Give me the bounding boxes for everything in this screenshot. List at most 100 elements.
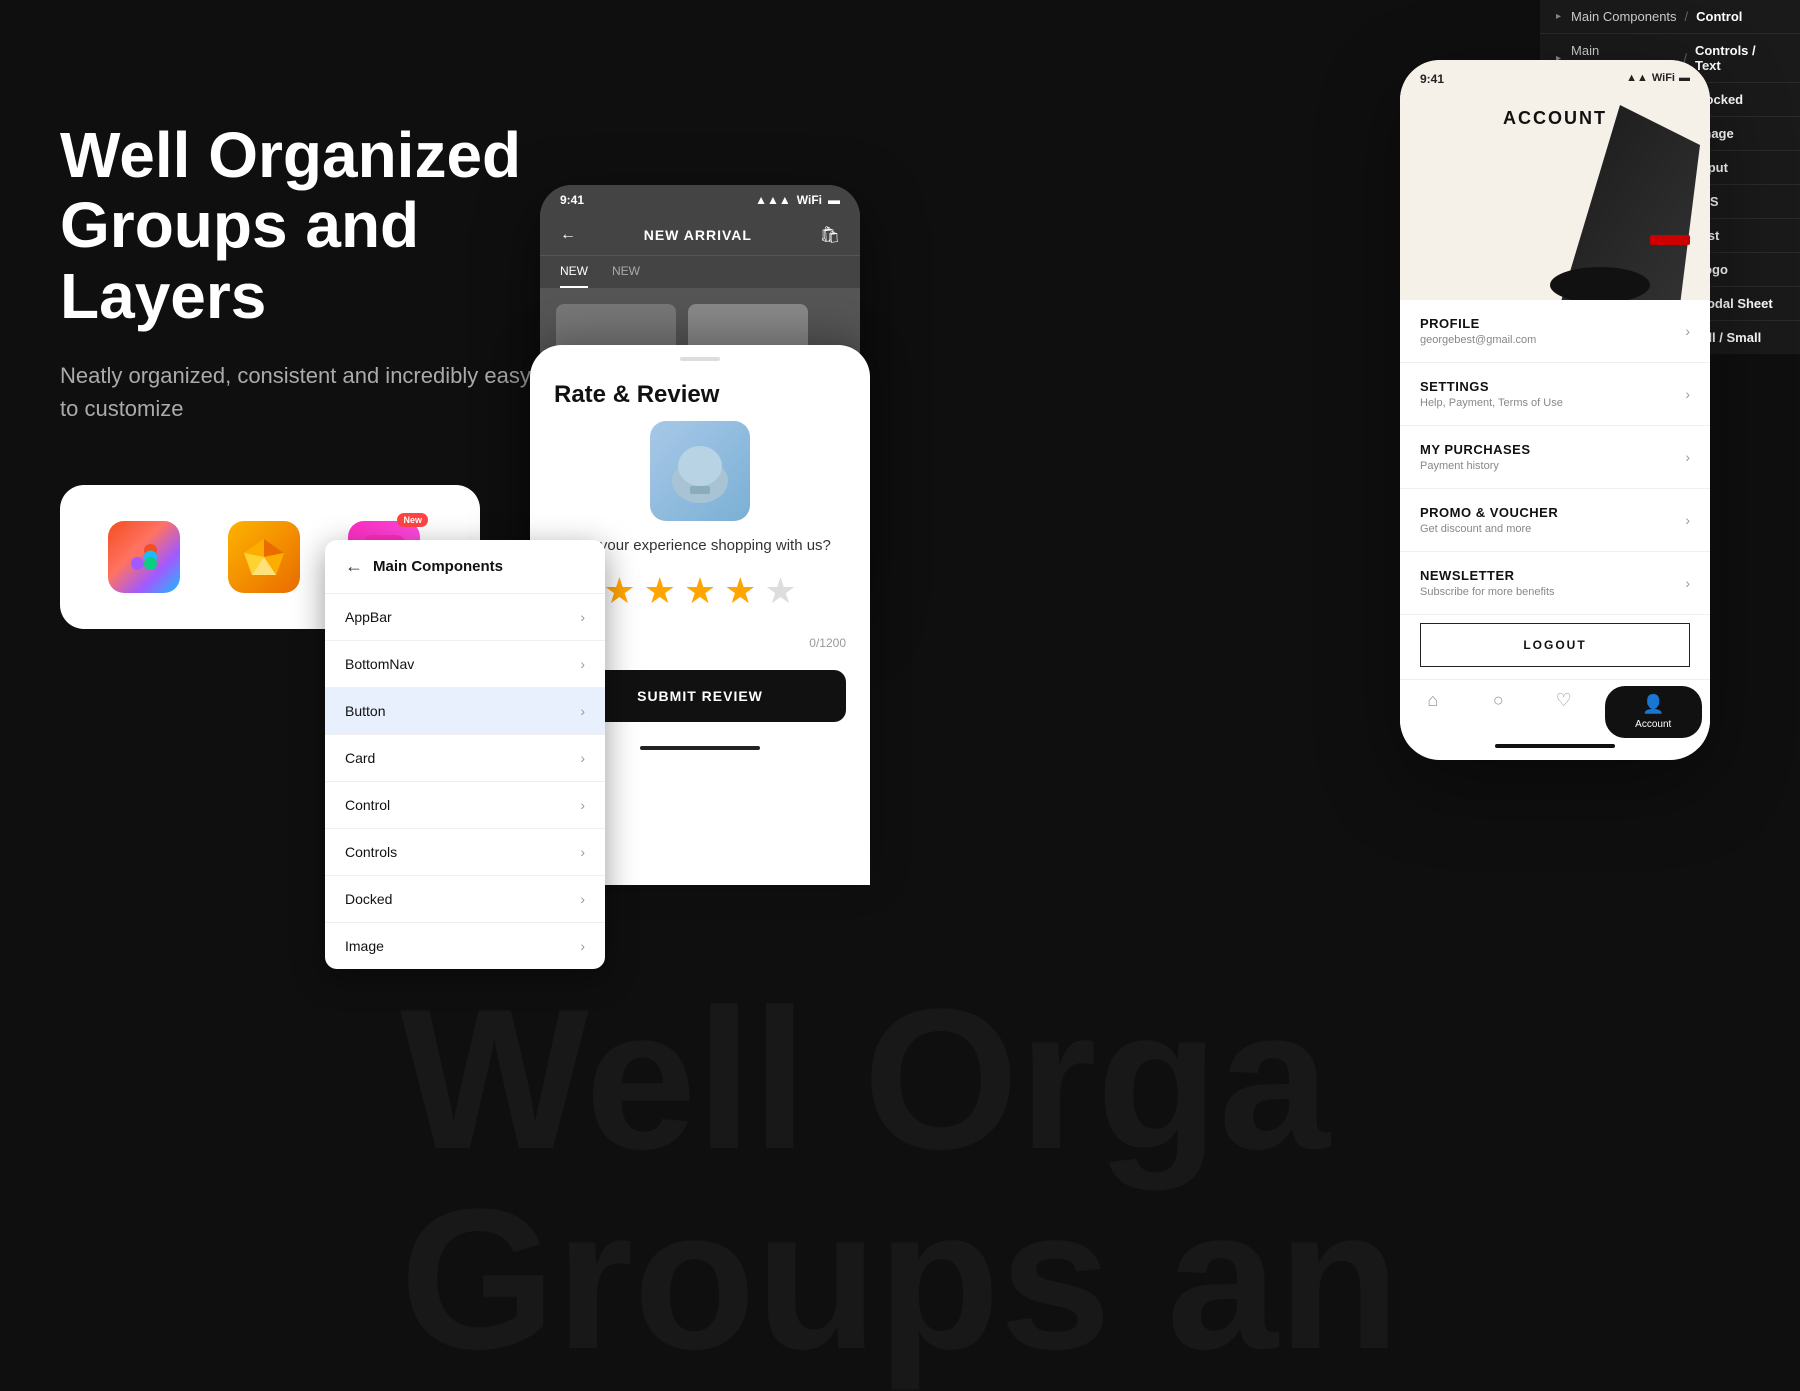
comp-item-bottomnav[interactable]: BottomNav › <box>325 641 605 688</box>
account-status-icons: ▲▲ WiFi ▬ <box>1626 72 1690 86</box>
nav-home[interactable]: ⌂ <box>1400 690 1466 734</box>
star-4[interactable]: ★ <box>724 570 756 612</box>
chevron-right-icon: › <box>580 609 585 625</box>
comp-item-label: Controls <box>345 844 397 860</box>
chevron-right-icon: › <box>580 938 585 954</box>
comp-item-card[interactable]: Card › <box>325 735 605 782</box>
nav-wishlist[interactable]: ♡ <box>1531 690 1597 734</box>
chevron-right-icon: › <box>580 797 585 813</box>
comp-item-control[interactable]: Control › <box>325 782 605 829</box>
account-hero-image: 9:41 ▲▲ WiFi ▬ ACCOUNT <box>1400 60 1710 300</box>
modal-title: Rate & Review <box>530 361 870 421</box>
subtitle: Neatly organized, consistent and incredi… <box>60 359 540 425</box>
purchases-title: MY PURCHASES <box>1420 442 1531 457</box>
comp-header[interactable]: ← Main Components <box>325 540 605 594</box>
settings-sub: Help, Payment, Terms of Use <box>1420 397 1563 409</box>
nav-title: NEW ARRIVAL <box>644 227 752 243</box>
back-arrow-icon: ← <box>560 226 576 244</box>
comp-item-controls[interactable]: Controls › <box>325 829 605 876</box>
chevron-right-icon: › <box>1685 386 1690 402</box>
signal-icon: ▲▲ <box>1626 72 1648 86</box>
figma-icon <box>108 521 180 593</box>
home-indicator <box>1495 744 1615 748</box>
phone-nav-bar: ← NEW ARRIVAL 🛍 <box>540 215 860 256</box>
tab-new-1[interactable]: NEW <box>560 264 588 288</box>
newsletter-menu-item[interactable]: NEWSLETTER Subscribe for more benefits › <box>1400 552 1710 615</box>
nav-account[interactable]: 👤 Account <box>1605 686 1703 738</box>
tab-new-2[interactable]: NEW <box>612 264 640 288</box>
promo-title: PROMO & VOUCHER <box>1420 505 1558 520</box>
account-nav-label: Account <box>1635 719 1671 730</box>
newsletter-sub: Subscribe for more benefits <box>1420 586 1555 598</box>
main-headline: Well Organized Groups and Layers <box>60 120 540 331</box>
profile-menu-item[interactable]: PROFILE georgebest@gmail.com › <box>1400 300 1710 363</box>
heart-icon: ♡ <box>1556 690 1572 711</box>
product-image <box>650 421 750 521</box>
battery-icon: ▬ <box>828 193 840 207</box>
bottom-nav: ⌂ ○ ♡ 👤 Account <box>1400 679 1710 738</box>
xd-new-badge: New <box>397 513 428 527</box>
chevron-right-icon: › <box>580 844 585 860</box>
wifi-icon: WiFi <box>1652 72 1675 86</box>
newsletter-info: NEWSLETTER Subscribe for more benefits <box>1420 568 1555 598</box>
account-menu: PROFILE georgebest@gmail.com › SETTINGS … <box>1400 300 1710 748</box>
back-arrow-icon[interactable]: ← <box>345 556 363 577</box>
star-5[interactable]: ★ <box>764 570 796 612</box>
comp-item-label: BottomNav <box>345 656 414 672</box>
battery-icon: ▬ <box>1679 72 1690 86</box>
profile-email: georgebest@gmail.com <box>1420 334 1536 346</box>
promo-sub: Get discount and more <box>1420 523 1558 535</box>
chevron-right-icon: › <box>1685 512 1690 528</box>
comp-item-button[interactable]: Button › <box>325 688 605 735</box>
chevron-right-icon: › <box>580 703 585 719</box>
account-time: 9:41 <box>1420 72 1444 86</box>
comp-header-title: Main Components <box>373 558 503 575</box>
comp-item-label: Button <box>345 703 385 719</box>
settings-info: SETTINGS Help, Payment, Terms of Use <box>1420 379 1563 409</box>
purchases-menu-item[interactable]: MY PURCHASES Payment history › <box>1400 426 1710 489</box>
logout-button[interactable]: LOGOUT <box>1420 623 1690 667</box>
comp-item-label: Control <box>345 797 390 813</box>
signal-icon: ▲▲▲ <box>755 193 791 207</box>
comp-item-docked[interactable]: Docked › <box>325 876 605 923</box>
chevron-right-icon: › <box>1685 575 1690 591</box>
nav-search[interactable]: ○ <box>1466 690 1532 734</box>
status-icons: ▲▲▲ WiFi ▬ <box>755 193 840 207</box>
account-icon: 👤 <box>1642 694 1664 715</box>
comp-item-appbar[interactable]: AppBar › <box>325 594 605 641</box>
comp-item-label: AppBar <box>345 609 392 625</box>
layer-prefix: Main Components <box>1571 9 1677 24</box>
chevron-right-icon: › <box>1685 323 1690 339</box>
layer-item-control[interactable]: ▸ Main Components / Control <box>1540 0 1800 34</box>
purchases-info: MY PURCHASES Payment history <box>1420 442 1531 472</box>
purchases-sub: Payment history <box>1420 460 1531 472</box>
phone-time: 9:41 <box>560 193 584 207</box>
sketch-icon <box>228 521 300 593</box>
comp-item-label: Image <box>345 938 384 954</box>
account-phone: 9:41 ▲▲ WiFi ▬ ACCOUNT <box>1400 60 1710 760</box>
chevron-right-icon: › <box>580 891 585 907</box>
promo-info: PROMO & VOUCHER Get discount and more <box>1420 505 1558 535</box>
shoe-illustration <box>1520 85 1710 300</box>
star-1[interactable]: ★ <box>603 570 635 612</box>
chevron-right-icon: › <box>1685 449 1690 465</box>
bag-icon: 🛍 <box>820 225 840 245</box>
phone-status-bar: 9:41 ▲▲▲ WiFi ▬ <box>540 185 860 215</box>
home-indicator <box>640 746 760 750</box>
chevron-right-icon: › <box>580 750 585 766</box>
promo-menu-item[interactable]: PROMO & VOUCHER Get discount and more › <box>1400 489 1710 552</box>
comp-item-label: Docked <box>345 891 392 907</box>
profile-title: PROFILE <box>1420 316 1536 331</box>
comp-item-label: Card <box>345 750 375 766</box>
star-2[interactable]: ★ <box>644 570 676 612</box>
comp-item-image[interactable]: Image › <box>325 923 605 969</box>
background-watermark: Well OrgaGroups an <box>400 980 1400 1380</box>
newsletter-title: NEWSLETTER <box>1420 568 1555 583</box>
arrow-icon: ▸ <box>1556 11 1561 22</box>
home-icon: ⌂ <box>1427 690 1438 711</box>
chevron-right-icon: › <box>580 656 585 672</box>
star-3[interactable]: ★ <box>684 570 716 612</box>
components-list: ← Main Components AppBar › BottomNav › B… <box>325 540 605 969</box>
settings-menu-item[interactable]: SETTINGS Help, Payment, Terms of Use › <box>1400 363 1710 426</box>
settings-title: SETTINGS <box>1420 379 1563 394</box>
